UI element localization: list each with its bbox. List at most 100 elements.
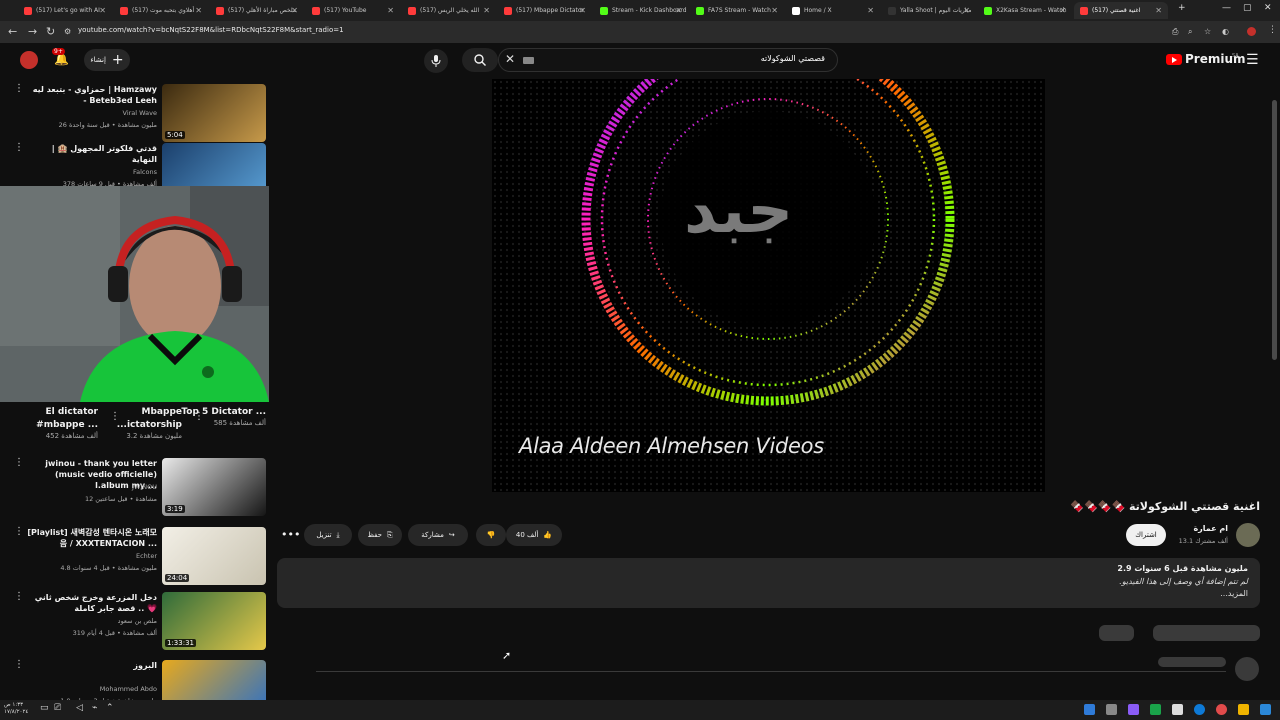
minimize-button[interactable]: — — [1222, 3, 1231, 13]
description-box[interactable]: 2.9 مليون مشاهدة قبل 6 سنوات لم تتم إضاف… — [277, 558, 1260, 608]
channel-name[interactable]: ملص بن سعود — [118, 617, 157, 625]
edge-browser-icon[interactable] — [1194, 704, 1205, 715]
channel-name[interactable]: Viral Wave — [123, 109, 157, 117]
share-button[interactable]: مشاركة ↪ — [408, 524, 468, 546]
short-item[interactable]: El dictator #mbappe ... 452 ألف مشاهدة — [8, 406, 98, 440]
dislike-button[interactable]: 👎 — [476, 524, 506, 546]
browser-tab[interactable]: FA7S Stream - Watch ✕ — [690, 2, 784, 19]
video-menu-icon[interactable]: ⋮ — [14, 660, 24, 670]
save-button[interactable]: حفظ ⎘ — [358, 524, 402, 546]
more-actions-icon[interactable]: ••• — [281, 528, 300, 541]
browser-tab[interactable]: X2Kasa Stream - Watch ✕ — [978, 2, 1072, 19]
close-tab-icon[interactable]: ✕ — [1155, 6, 1162, 15]
video-title[interactable]: حمزاوي - بتبعد ليه | Hamzawy - Beteb3ed … — [27, 84, 157, 106]
search-input[interactable]: ✕ قصصتي الشوكولاته — [498, 48, 838, 72]
channel-name[interactable]: ام عمارة — [1193, 524, 1228, 533]
channel-name[interactable]: JWINOU — [132, 483, 157, 491]
speaker-icon[interactable]: ◁ — [76, 703, 83, 713]
network-icon[interactable]: ⌁ — [92, 703, 97, 713]
recommended-video[interactable]: 5:04 حمزاوي - بتبعد ليه | Hamzawy - Beteb… — [0, 84, 270, 144]
voice-search-button[interactable] — [424, 49, 448, 73]
video-title[interactable]: [Playlist] 새벽감성 텐타시온 노래모음 / XXXTENTACION… — [27, 527, 157, 549]
short-menu-icon[interactable]: ⋮ — [110, 412, 120, 422]
close-window-button[interactable]: ✕ — [1264, 3, 1272, 13]
app-icon[interactable] — [1172, 704, 1183, 715]
close-tab-icon[interactable]: ✕ — [579, 6, 586, 15]
notification-center-icon[interactable]: ▭ — [40, 703, 49, 713]
show-more-link[interactable]: ...المزيد — [1220, 589, 1248, 598]
avatar[interactable] — [20, 51, 38, 69]
close-tab-icon[interactable]: ✕ — [771, 6, 778, 15]
page-scrollbar[interactable] — [1272, 100, 1277, 360]
extension-icon[interactable]: ◐ — [1222, 27, 1229, 36]
profile-icon[interactable] — [1247, 26, 1256, 39]
browser-tab[interactable]: (517) YouTube ✕ — [306, 2, 400, 19]
video-title[interactable]: دخل المزرعة وخرج شخص ثاني .. قصة جابر كا… — [27, 592, 157, 614]
video-menu-icon[interactable]: ⋮ — [14, 527, 24, 537]
tray-overflow-icon[interactable]: ⌃ — [106, 703, 114, 713]
browser-menu-icon[interactable]: ⋮ — [1268, 25, 1277, 35]
bookmark-star-icon[interactable]: ☆ — [1204, 27, 1211, 36]
like-button[interactable]: 40 ألف 👍 — [506, 524, 562, 546]
close-tab-icon[interactable]: ✕ — [195, 6, 202, 15]
close-tab-icon[interactable]: ✕ — [867, 6, 874, 15]
video-menu-icon[interactable]: ⋮ — [14, 84, 24, 94]
forward-icon[interactable]: → — [28, 25, 37, 38]
clear-search-icon[interactable]: ✕ — [505, 52, 515, 66]
video-title[interactable]: قدتي فلكوتر المجهول 🏨 | النهاية — [27, 143, 157, 165]
hamburger-menu-icon[interactable]: ☰ — [1246, 52, 1259, 68]
app-icon[interactable] — [1150, 704, 1161, 715]
browser-tab[interactable]: (517) أهلاوي بتحبه موت ✕ — [114, 2, 208, 19]
video-thumbnail[interactable]: 3:19 — [162, 458, 266, 516]
close-tab-icon[interactable]: ✕ — [99, 6, 106, 15]
site-info-icon[interactable]: ⚙ — [64, 27, 71, 36]
install-app-icon[interactable]: ⎙ — [1172, 27, 1178, 37]
browser-tab[interactable]: Yalla Shoot | مباريات اليوم ✕ — [882, 2, 976, 19]
browser-tab[interactable]: (517) Mbappe Dictator ✕ — [498, 2, 592, 19]
url-text[interactable]: youtube.com/watch?v=bcNqtS22F8M&list=RDb… — [78, 26, 344, 34]
video-thumbnail[interactable]: 5:04 — [162, 84, 266, 142]
search-button[interactable] — [462, 48, 498, 72]
close-tab-icon[interactable]: ✕ — [387, 6, 394, 15]
browser-tab[interactable]: (517) ملخص مباراة الأهلي ✕ — [210, 2, 304, 19]
short-item[interactable]: Top 5 Dictator ... 585 ألف مشاهدة — [176, 406, 266, 427]
close-tab-icon[interactable]: ✕ — [1059, 6, 1066, 15]
reload-icon[interactable]: ↻ — [46, 25, 55, 38]
channel-name[interactable]: Mohammed Abdo — [100, 685, 157, 693]
recommended-video[interactable]: 1:33:31 دخل المزرعة وخرج شخص ثاني .. قصة … — [0, 592, 270, 652]
close-tab-icon[interactable]: ✕ — [963, 6, 970, 15]
browser-tab[interactable]: (517) Let's go with AI ✕ — [18, 2, 112, 19]
video-menu-icon[interactable]: ⋮ — [14, 458, 24, 468]
create-button[interactable]: إنشاء + — [84, 49, 130, 71]
recommended-video[interactable]: 3:19 jwinou - thank you letter (music ved… — [0, 458, 270, 518]
copilot-icon[interactable] — [1084, 704, 1095, 715]
app-icon[interactable] — [1128, 704, 1139, 715]
video-title[interactable]: البروز — [27, 660, 157, 671]
close-tab-icon[interactable]: ✕ — [291, 6, 298, 15]
video-menu-icon[interactable]: ⋮ — [14, 143, 24, 153]
windows-start-icon[interactable] — [1260, 704, 1271, 715]
download-button[interactable]: تنزيل ⤓ — [304, 524, 352, 546]
taskbar-clock[interactable]: ١:٣٣ ص ١٧/٨/٢٠٢٤ — [4, 702, 28, 716]
file-explorer-icon[interactable] — [1238, 704, 1249, 715]
close-tab-icon[interactable]: ✕ — [675, 6, 682, 15]
subscribe-button[interactable]: اشتراك — [1126, 524, 1166, 546]
browser-tab[interactable]: Home / X ✕ — [786, 2, 880, 19]
video-thumbnail[interactable]: 24:04 — [162, 527, 266, 585]
browser-tab[interactable]: Stream - Kick Dashboard ✕ — [594, 2, 688, 19]
browser-tab[interactable]: (517) اغنية قصتتي ✕ — [1074, 2, 1168, 19]
back-icon[interactable]: ← — [8, 25, 17, 38]
new-tab-button[interactable]: + — [1178, 3, 1186, 13]
video-player[interactable]: جبد Alaa Aldeen Almehsen Videos — [492, 79, 1045, 492]
recommended-video[interactable]: 24:04 [Playlist] 새벽감성 텐타시온 노래모음 / XXXTENT… — [0, 527, 270, 587]
keyboard-icon[interactable] — [523, 57, 534, 64]
zoom-icon[interactable]: ⌕ — [1188, 27, 1192, 37]
channel-name[interactable]: Falcons — [133, 168, 157, 176]
browser-tab[interactable]: (517) الله يخلي الريس ✕ — [402, 2, 496, 19]
short-item[interactable]: Mbappe ...ictatorship 3.2 مليون مشاهدة — [92, 406, 182, 440]
video-menu-icon[interactable]: ⋮ — [14, 592, 24, 602]
close-tab-icon[interactable]: ✕ — [483, 6, 490, 15]
maximize-button[interactable]: ▢ — [1243, 3, 1252, 13]
display-icon[interactable]: ⎚ — [54, 703, 61, 713]
settings-gear-icon[interactable] — [1106, 704, 1117, 715]
